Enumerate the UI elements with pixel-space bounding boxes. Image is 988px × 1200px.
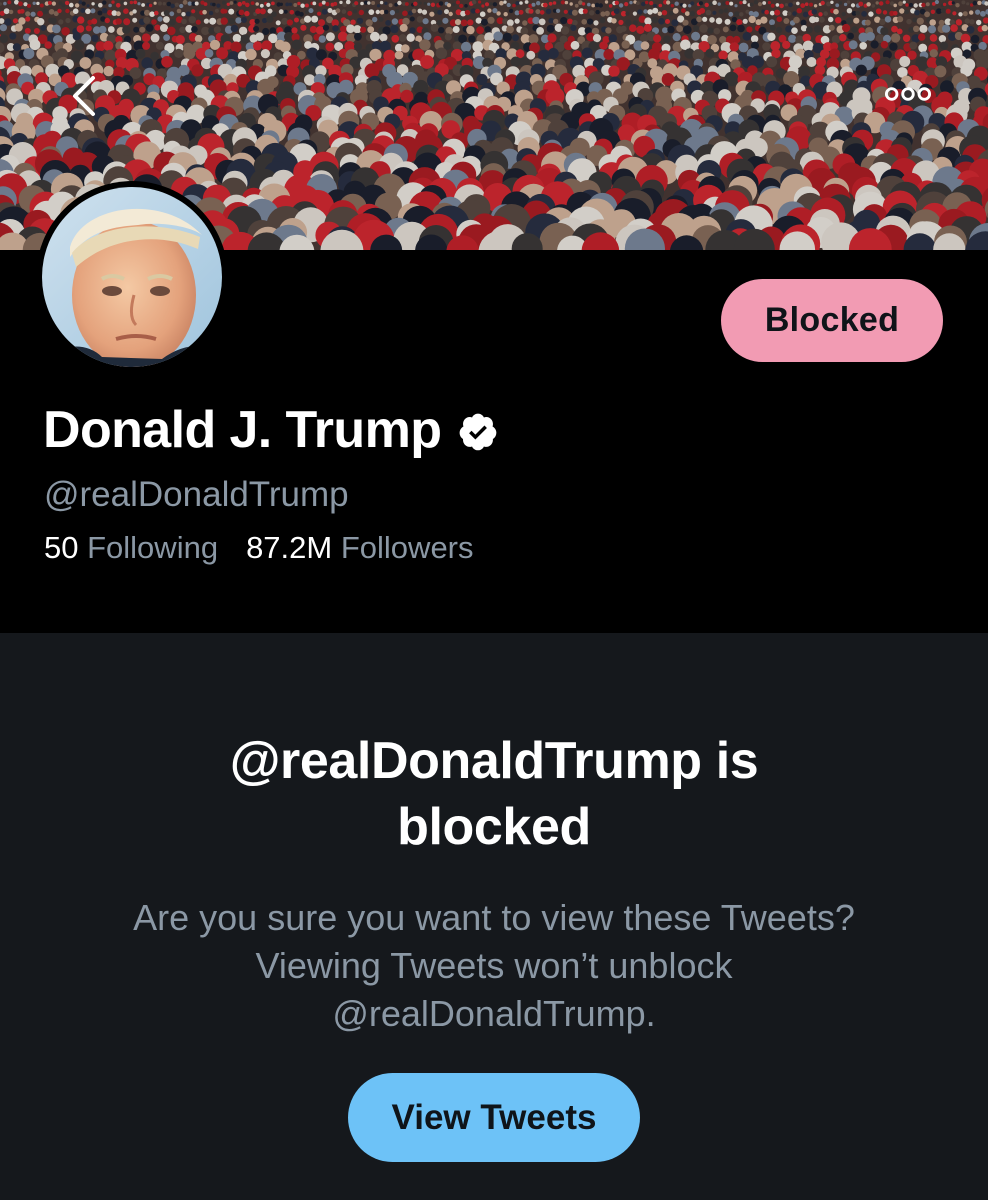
name-row: Donald J. Trump	[43, 400, 499, 460]
avatar[interactable]	[36, 181, 228, 373]
chevron-left-icon	[73, 76, 95, 116]
verified-badge-icon	[460, 413, 497, 451]
display-name: Donald J. Trump	[43, 401, 442, 459]
more-options-button[interactable]	[884, 70, 932, 118]
back-button[interactable]	[60, 72, 108, 120]
blocked-notice-title: @realDonaldTrump is blocked	[0, 728, 988, 860]
blocked-notice-body-line: @realDonaldTrump.	[332, 993, 656, 1034]
profile-handle: @realDonaldTrump	[44, 475, 349, 514]
following-count: 50	[44, 530, 79, 565]
more-horizontal-icon	[884, 87, 932, 101]
profile-screen: Blocked Donald J. Trump @realDonaldTrump…	[0, 0, 988, 1200]
blocked-notice-title-line: blocked	[397, 798, 591, 856]
avatar-photo	[42, 187, 222, 367]
view-tweets-button[interactable]: View Tweets	[348, 1073, 640, 1162]
blocked-notice-title-line: @realDonaldTrump is	[229, 732, 759, 790]
followers-stat[interactable]: 87.2M Followers	[246, 530, 473, 566]
follow-stats: 50 Following 87.2M Followers	[44, 530, 502, 566]
blocked-notice-body-line: Viewing Tweets won’t unblock	[255, 945, 733, 986]
blocked-notice-body: Are you sure you want to view these Twee…	[0, 894, 988, 1038]
followers-label: Followers	[340, 530, 474, 565]
blocked-button[interactable]: Blocked	[721, 279, 943, 362]
followers-count: 87.2M	[246, 530, 333, 565]
following-stat[interactable]: 50 Following	[44, 530, 218, 566]
blocked-notice-body-line: Are you sure you want to view these Twee…	[133, 897, 855, 938]
following-label: Following	[87, 530, 219, 565]
